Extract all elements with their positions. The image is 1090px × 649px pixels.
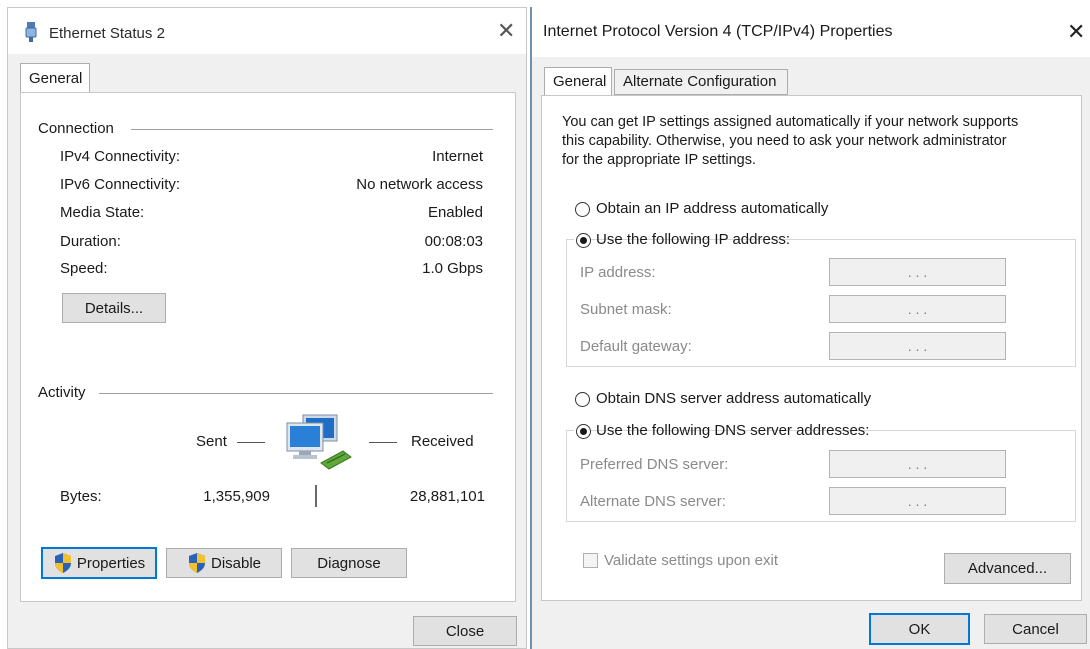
intro-line: You can get IP settings assigned automat… (562, 114, 1019, 130)
tab-general[interactable]: General (544, 67, 612, 97)
close-icon[interactable]: ✕ (497, 20, 515, 42)
ip-manual-radio[interactable] (576, 233, 591, 248)
bytes-sent-value: 1,355,909 (203, 488, 270, 505)
tab-general[interactable]: General (20, 63, 90, 93)
speed-value: 1.0 Gbps (422, 260, 483, 277)
ipv4-connectivity-label: IPv4 Connectivity: (60, 148, 181, 165)
ethernet-icon (24, 22, 38, 47)
duration-value: 00:08:03 (424, 233, 483, 250)
alternate-dns-value: . . . (907, 493, 928, 509)
subnet-mask-label: Subnet mask: (580, 301, 672, 318)
activity-divider (99, 393, 493, 394)
subnet-mask-field[interactable]: . . . (829, 295, 1006, 323)
general-panel: Connection IPv4 Connectivity: Internet I… (20, 92, 516, 602)
dns-manual-radio[interactable] (576, 424, 591, 439)
validate-label[interactable]: Validate settings upon exit (604, 552, 778, 569)
bytes-divider (315, 485, 317, 507)
ipv6-connectivity-label: IPv6 Connectivity: (60, 176, 181, 193)
media-state-label: Media State: (60, 204, 145, 221)
preferred-dns-value: . . . (907, 456, 928, 472)
duration-label: Duration: (60, 233, 121, 250)
activity-heading: Activity (38, 384, 86, 401)
ip-manual-option[interactable]: Use the following IP address: (574, 229, 790, 251)
connection-heading: Connection (38, 120, 114, 137)
validate-checkbox[interactable] (583, 553, 598, 568)
properties-button-label: Properties (76, 554, 146, 572)
disable-button[interactable]: Disable (166, 548, 282, 578)
window-title: Ethernet Status 2 (49, 25, 165, 42)
default-gateway-field[interactable]: . . . (829, 332, 1006, 360)
dns-auto-radio[interactable] (575, 392, 590, 407)
bytes-received-value: 28,881,101 (409, 488, 485, 505)
sent-line (237, 442, 265, 443)
dns-auto-label[interactable]: Obtain DNS server address automatically (596, 390, 871, 407)
sent-label: Sent (196, 433, 227, 450)
diagnose-button[interactable]: Diagnose (291, 548, 407, 578)
alternate-dns-label: Alternate DNS server: (580, 493, 726, 510)
default-gateway-label: Default gateway: (580, 338, 692, 355)
bytes-label: Bytes: (60, 488, 102, 505)
details-button[interactable]: Details... (62, 293, 166, 323)
window-title: Internet Protocol Version 4 (TCP/IPv4) P… (543, 23, 893, 40)
ip-auto-label[interactable]: Obtain an IP address automatically (596, 200, 828, 217)
default-gateway-value: . . . (907, 338, 928, 354)
received-label: Received (411, 433, 474, 450)
intro-line: for the appropriate IP settings. (562, 152, 756, 168)
ip-auto-radio[interactable] (575, 202, 590, 217)
ip-address-value: . . . (907, 264, 928, 280)
properties-button[interactable]: Properties (41, 547, 157, 579)
title-bar: Internet Protocol Version 4 (TCP/IPv4) P… (532, 7, 1090, 57)
title-bar: Ethernet Status 2 ✕ (8, 8, 526, 54)
ipv6-connectivity-value: No network access (356, 176, 483, 193)
disable-button-label: Disable (210, 554, 262, 572)
ipv4-properties-window: Internet Protocol Version 4 (TCP/IPv4) P… (530, 7, 1090, 649)
uac-shield-icon (53, 552, 73, 574)
ok-button[interactable]: OK (869, 613, 970, 645)
uac-shield-icon (187, 552, 207, 574)
alternate-dns-field[interactable]: . . . (829, 487, 1006, 515)
network-computers-icon (283, 413, 357, 478)
ipv4-connectivity-value: Internet (432, 148, 483, 165)
ip-address-label: IP address: (580, 264, 656, 281)
general-panel: You can get IP settings assigned automat… (541, 95, 1082, 601)
received-line (369, 442, 397, 443)
ethernet-status-window: Ethernet Status 2 ✕ General Connection I… (7, 7, 527, 649)
connection-divider (131, 129, 493, 130)
advanced-button[interactable]: Advanced... (944, 553, 1071, 584)
close-button[interactable]: Close (413, 616, 517, 646)
tab-alternate-configuration[interactable]: Alternate Configuration (614, 69, 788, 95)
preferred-dns-label: Preferred DNS server: (580, 456, 729, 473)
ip-manual-label[interactable]: Use the following IP address: (596, 231, 790, 248)
dns-manual-option[interactable]: Use the following DNS server addresses: (574, 420, 869, 442)
preferred-dns-field[interactable]: . . . (829, 450, 1006, 478)
dns-manual-label[interactable]: Use the following DNS server addresses: (596, 422, 869, 439)
subnet-mask-value: . . . (907, 301, 928, 317)
close-icon[interactable]: ✕ (1067, 21, 1085, 43)
media-state-value: Enabled (427, 204, 483, 221)
speed-label: Speed: (60, 260, 108, 277)
intro-line: this capability. Otherwise, you need to … (562, 133, 1007, 149)
ip-address-field[interactable]: . . . (829, 258, 1006, 286)
intro-text: You can get IP settings assigned automat… (562, 113, 1018, 170)
cancel-button[interactable]: Cancel (984, 614, 1087, 644)
